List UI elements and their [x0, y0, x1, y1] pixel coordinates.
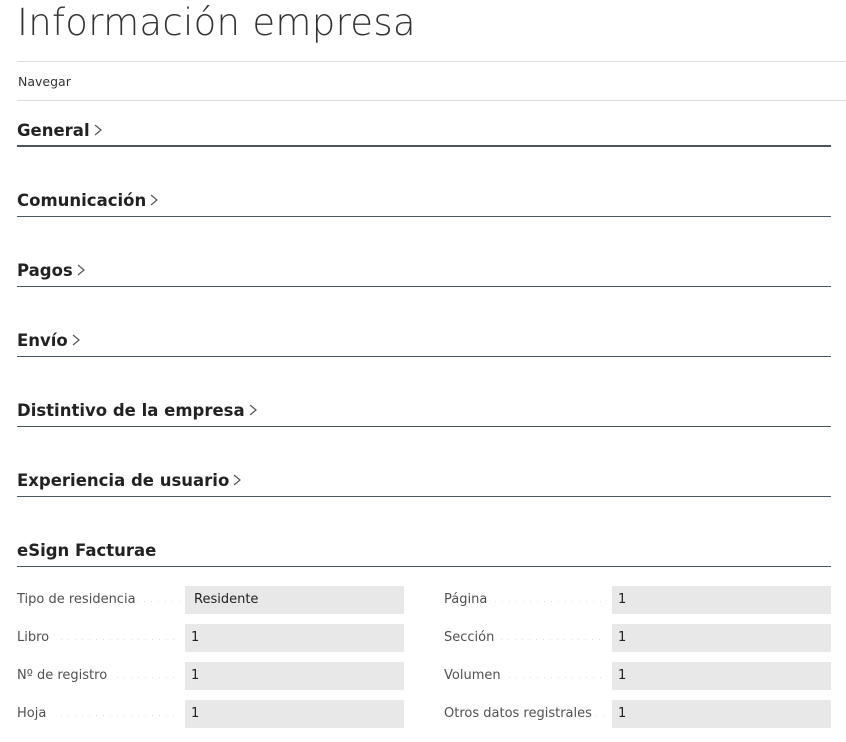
section-pagos[interactable]: Pagos [17, 257, 831, 287]
seccion-field[interactable]: 1 [612, 624, 831, 652]
section-comunicacion-header[interactable]: Comunicación [17, 191, 159, 210]
section-label: Distintivo de la empresa [17, 401, 245, 420]
field-label: Página [444, 592, 488, 607]
section-label: Experiencia de usuario [17, 471, 230, 490]
leader-dots [492, 601, 606, 602]
chevron-right-icon [248, 403, 258, 417]
leader-dots [58, 715, 180, 716]
navigate-menu-button[interactable]: Navegar [18, 74, 71, 89]
field-label: Nº de registro [17, 668, 108, 683]
leader-dots [506, 677, 606, 678]
section-general[interactable]: General [17, 117, 831, 147]
leader-dots [114, 677, 180, 678]
section-experiencia-usuario-header[interactable]: Experiencia de usuario [17, 471, 242, 490]
numero-registro-field[interactable]: 1 [185, 662, 404, 690]
field-label: Sección [444, 630, 495, 645]
section-envio-header[interactable]: Envío [17, 331, 81, 350]
chevron-right-icon [93, 123, 103, 137]
chevron-right-icon [149, 193, 159, 207]
section-general-header[interactable]: General [17, 121, 103, 140]
section-distintivo-empresa-header[interactable]: Distintivo de la empresa [17, 401, 258, 420]
section-label: Comunicación [17, 191, 147, 210]
section-label: Envío [17, 331, 68, 350]
field-label: Tipo de residencia [17, 592, 136, 607]
field-label: Hoja [17, 706, 47, 721]
leader-dots [58, 639, 180, 640]
volumen-field[interactable]: 1 [612, 662, 831, 690]
section-label: General [17, 121, 90, 140]
section-esign-facturae[interactable]: eSign Facturae [17, 537, 831, 567]
chevron-right-icon [76, 263, 86, 277]
section-esign-facturae-header[interactable]: eSign Facturae [17, 541, 156, 560]
page-title: Información empresa [17, 1, 416, 44]
section-distintivo-empresa[interactable]: Distintivo de la empresa [17, 397, 831, 427]
section-pagos-header[interactable]: Pagos [17, 261, 86, 280]
leader-dots [134, 601, 180, 602]
otros-datos-registrales-field[interactable]: 1 [612, 700, 831, 728]
section-envio[interactable]: Envío [17, 327, 831, 357]
divider [17, 100, 846, 101]
chevron-right-icon [232, 473, 242, 487]
field-label: Libro [17, 630, 50, 645]
chevron-right-icon [71, 333, 81, 347]
pagina-field[interactable]: 1 [612, 586, 831, 614]
leader-dots [498, 639, 606, 640]
leader-dots [593, 715, 606, 716]
field-label: Otros datos registrales [444, 706, 592, 721]
section-label: Pagos [17, 261, 73, 280]
tipo-residencia-select[interactable]: Residente [185, 586, 404, 614]
section-experiencia-usuario[interactable]: Experiencia de usuario [17, 467, 831, 497]
section-comunicacion[interactable]: Comunicación [17, 187, 831, 217]
divider [17, 61, 846, 62]
libro-field[interactable]: 1 [185, 624, 404, 652]
hoja-field[interactable]: 1 [185, 700, 404, 728]
field-label: Volumen [444, 668, 501, 683]
